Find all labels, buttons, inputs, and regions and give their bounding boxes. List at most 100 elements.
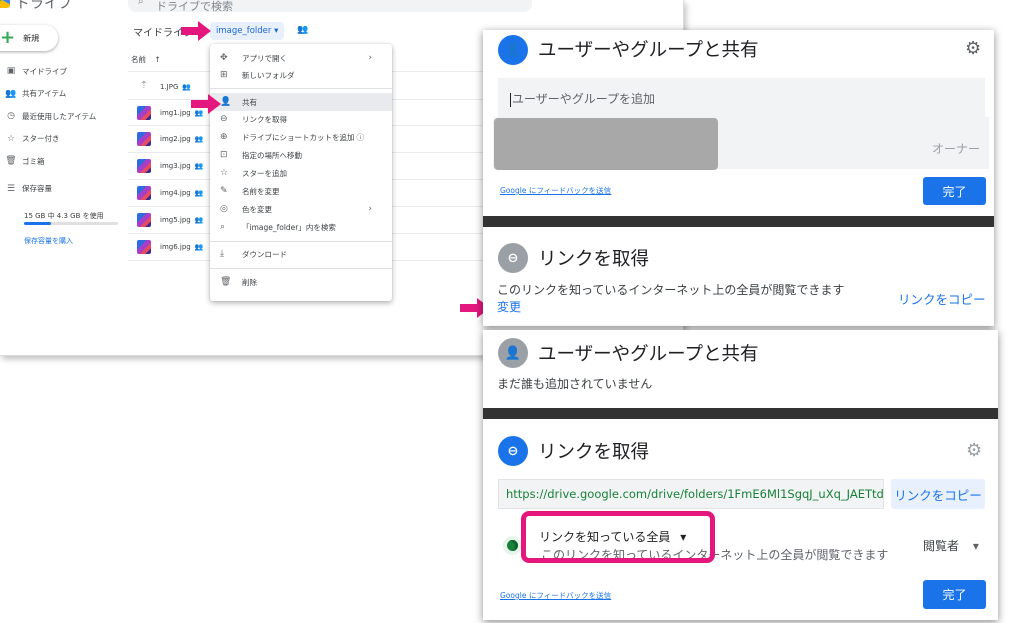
gear-icon[interactable]: ⚙ (966, 440, 982, 461)
sidebar: ▣ マイドライブ 👥 共有アイテム ◷ 最近使用したアイテム ☆ スター付き 🗑… (0, 60, 125, 200)
change-link[interactable]: 変更 (497, 298, 521, 315)
image-thumbnail (137, 186, 151, 200)
new-folder-icon: ⊞ (220, 70, 228, 80)
menu-item-label: 色を変更 (242, 204, 272, 214)
role-dropdown[interactable]: 閲覧者 ▾ (923, 537, 979, 554)
get-link-title: リンクを取得 (538, 249, 650, 270)
shared-people-icon: 👥 (194, 243, 204, 251)
share-url-field[interactable]: https://drive.google.com/drive/folders/1… (498, 479, 884, 509)
pointer-arrow-icon (181, 21, 211, 41)
done-button[interactable]: 完了 (923, 177, 986, 205)
divider (483, 408, 998, 419)
star-icon: ☆ (220, 168, 229, 178)
menu-item-move[interactable]: ⊡ 指定の場所へ移動 (210, 146, 392, 164)
file-name: img5.jpg (160, 216, 191, 224)
menu-item-get-link[interactable]: ⊖ リンクを取得 (210, 110, 392, 128)
add-people-input[interactable]: ユーザーやグループを追加 (498, 78, 985, 120)
context-menu: ✥ アプリで開く › ⊞ 新しいフォルダ 👤 共有 ⊖ リンクを取得 ⊕ ドライ… (210, 44, 392, 301)
column-header-name[interactable]: 名前 ↑ (131, 54, 161, 65)
sidebar-item-recent[interactable]: ◷ 最近使用したアイテム (0, 105, 125, 128)
redacted-owner (494, 118, 718, 170)
copy-link-button[interactable]: リンクをコピー (898, 289, 986, 308)
image-thumbnail (137, 106, 151, 120)
shared-people-icon: 👥 (5, 88, 17, 99)
upload-pending-icon: ⇡ (139, 80, 149, 91)
add-person-icon: 👤 (498, 338, 528, 368)
sidebar-item-label: ゴミ箱 (22, 156, 45, 166)
file-name: img4.jpg (160, 189, 191, 197)
menu-item-rename[interactable]: ✎ 名前を変更 (210, 182, 392, 200)
menu-item-label: ダウンロード (242, 249, 287, 259)
add-person-icon: 👤 (220, 97, 232, 107)
menu-item-label: 「image_folder」内を検索 (242, 222, 336, 232)
breadcrumb-current-label: image_folder (216, 26, 272, 36)
menu-item-add-star[interactable]: ☆ スターを追加 (210, 164, 392, 182)
add-person-icon: 👤 (498, 35, 528, 65)
help-icon: ⓘ (356, 132, 365, 142)
chevron-right-icon: › (368, 53, 372, 63)
menu-item-add-shortcut[interactable]: ⊕ ドライブにショートカットを追加 ⓘ (210, 128, 392, 146)
menu-item-download[interactable]: ⤓ ダウンロード (210, 245, 392, 263)
sidebar-item-starred[interactable]: ☆ スター付き (0, 128, 125, 151)
search-placeholder: ドライブで検索 (156, 0, 233, 13)
menu-divider (210, 88, 392, 89)
storage-icon: ☰ (6, 183, 16, 194)
role-label: 閲覧者 (923, 539, 960, 553)
menu-divider (210, 268, 392, 269)
gear-icon[interactable]: ⚙ (965, 38, 981, 59)
get-link-title: リンクを取得 (538, 442, 650, 463)
new-label: 新規 (23, 33, 40, 43)
buy-storage-link[interactable]: 保存容量を購入 (24, 236, 73, 246)
add-people-placeholder: ユーザーやグループを追加 (512, 92, 656, 106)
feedback-link[interactable]: Google にフィードバックを送信 (500, 590, 611, 601)
globe-icon (503, 536, 522, 555)
shared-people-icon: 👥 (194, 216, 204, 224)
column-name-label: 名前 (131, 55, 146, 64)
image-thumbnail (137, 213, 151, 227)
breadcrumb-current[interactable]: image_folder ▾ (210, 22, 285, 40)
shared-people-icon: 👥 (194, 189, 204, 197)
text-cursor (510, 92, 511, 107)
search-input[interactable]: ⌕ ドライブで検索 (128, 0, 532, 13)
menu-item-label: 削除 (242, 277, 257, 287)
menu-item-open-with[interactable]: ✥ アプリで開く › (210, 49, 392, 67)
share-title: ユーザーやグループと共有 (538, 344, 759, 365)
file-name: img3.jpg (160, 162, 191, 170)
search-icon: ⌕ (138, 0, 144, 7)
drive-logo (0, 0, 10, 8)
sidebar-item-shared[interactable]: 👥 共有アイテム (0, 83, 125, 106)
clock-icon: ◷ (7, 111, 15, 122)
owner-label: オーナー (931, 142, 980, 156)
star-icon: ☆ (6, 133, 16, 144)
trash-icon: 🗑 (5, 156, 17, 167)
app-name: ドライブ (16, 0, 72, 12)
menu-item-label: リンクを取得 (242, 114, 287, 124)
menu-item-label: スターを追加 (242, 168, 287, 178)
share-dialog: 👤 ユーザーやグループと共有 ⚙ ユーザーやグループを追加 オーナー Googl… (483, 30, 994, 326)
menu-item-new-folder[interactable]: ⊞ 新しいフォルダ (210, 66, 392, 84)
copy-link-button[interactable]: リンクをコピー (891, 479, 985, 509)
shared-people-icon: 👥 (182, 83, 192, 91)
menu-item-change-color[interactable]: ◎ 色を変更 › (210, 200, 392, 218)
done-button[interactable]: 完了 (923, 580, 986, 609)
divider (483, 216, 994, 227)
menu-item-share[interactable]: 👤 共有 (210, 93, 392, 111)
plus-icon: + (0, 27, 16, 48)
sidebar-item-storage[interactable]: ☰ 保存容量 (0, 178, 125, 201)
search-icon: ⌕ (220, 222, 226, 232)
new-button[interactable]: + 新規 (0, 25, 58, 51)
sidebar-item-label: 最近使用したアイテム (22, 111, 97, 121)
chevron-right-icon: › (368, 204, 372, 214)
palette-icon: ◎ (220, 204, 228, 214)
feedback-link[interactable]: Google にフィードバックを送信 (500, 185, 611, 196)
file-name: img2.jpg (160, 135, 191, 143)
menu-item-search-in-folder[interactable]: ⌕ 「image_folder」内を検索 (210, 218, 392, 236)
menu-item-delete[interactable]: 🗑 削除 (210, 273, 392, 291)
sidebar-item-label: 共有アイテム (22, 89, 67, 99)
file-name: img1.jpg (160, 109, 191, 117)
sidebar-item-my-drive[interactable]: ▣ マイドライブ (0, 60, 125, 83)
link-description: このリンクを知っているインターネット上の全員が閲覧できます (497, 283, 845, 297)
sidebar-item-trash[interactable]: 🗑 ゴミ箱 (0, 150, 125, 173)
share-dialog-title: ユーザーやグループと共有 (538, 40, 759, 61)
link-dialog: 👤 ユーザーやグループと共有 まだ誰も追加されていません ⊖ リンクを取得 ⚙ … (483, 330, 998, 620)
